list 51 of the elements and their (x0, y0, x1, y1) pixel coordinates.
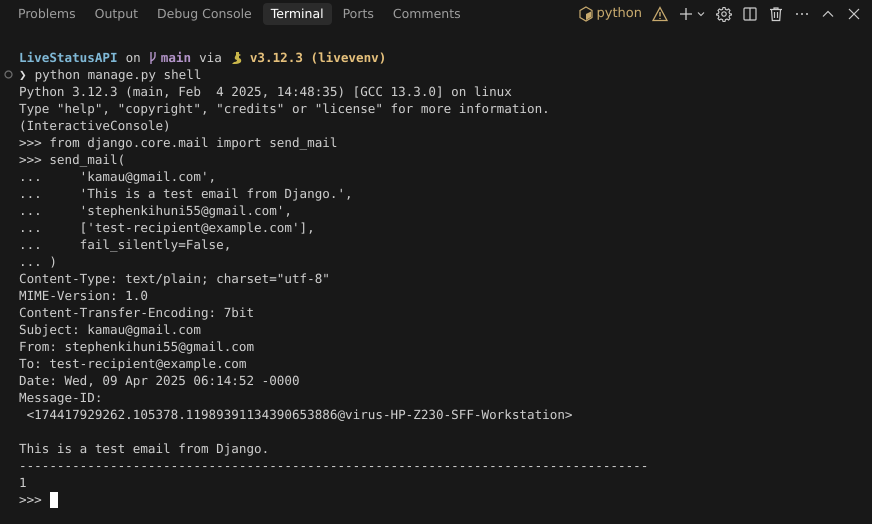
terminal-shell-button[interactable]: python (578, 4, 642, 24)
prompt-chevron: ❯ (19, 66, 27, 83)
python-version: v3.12.3 (livevenv) (250, 49, 386, 66)
output-line: ... 'stephenkihuni55@gmail.com', (19, 202, 292, 219)
text-cursor (50, 492, 58, 508)
output-line: <174417929262.105378.11989391134390653886@virus-HP-Z230-SFF-Workstation> (26, 406, 572, 423)
output-line: Content-Transfer-Encoding: 7bit (19, 304, 254, 321)
output-line: ----------------------------------------------------------------------------------- (19, 457, 648, 474)
close-icon[interactable] (846, 6, 862, 22)
plus-icon[interactable] (678, 6, 694, 22)
directory-name: LiveStatusAPI (19, 49, 118, 66)
output-line: Content-Type: text/plain; charset="utf-8" (19, 270, 330, 287)
shell-label: python (596, 5, 642, 24)
settings-icon[interactable] (716, 6, 732, 22)
terminal-box-icon (578, 6, 594, 22)
output-line: ... fail_silently=False, (19, 236, 232, 253)
chevron-down-icon[interactable] (696, 9, 706, 19)
snake-icon (230, 50, 244, 64)
output-line: >>> from django.core.mail import send_mail (19, 134, 338, 151)
input-prompt: >>> (19, 491, 42, 508)
command-text: python manage.py shell (34, 66, 202, 83)
split-panel-icon[interactable] (742, 6, 758, 22)
output-line: From: stephenkihuni55@gmail.com (19, 338, 254, 355)
prompt-word: on (126, 49, 141, 66)
output-line: To: test-recipient@example.com (19, 355, 246, 372)
panel-tab[interactable]: Problems (10, 2, 84, 26)
output-line: Date: Wed, 09 Apr 2025 06:14:52 -0000 (19, 372, 300, 389)
output-line: Type "help", "copyright", "credits" or "license" for more information. (19, 100, 550, 117)
output-line: Message-ID: (19, 389, 102, 406)
trash-icon[interactable] (768, 6, 784, 22)
git-branch-icon (148, 50, 157, 64)
output-line: This is a test email from Django. (19, 440, 270, 457)
panel-tab[interactable]: Ports (334, 2, 382, 26)
panel-tab[interactable]: Debug Console (149, 2, 260, 26)
warning-icon[interactable] (652, 6, 668, 22)
prompt-word: via (199, 49, 222, 66)
panel-tab[interactable]: Comments (384, 2, 469, 26)
output-line: ... 'This is a test email from Django.', (19, 185, 353, 202)
output-line: ... ) (19, 253, 57, 270)
output-line: Subject: kamau@gmail.com (19, 321, 201, 338)
panel-tab[interactable]: Output (86, 2, 146, 26)
branch-name: main (160, 49, 192, 66)
output-line: ... 'kamau@gmail.com', (19, 168, 216, 185)
output-line: >>> send_mail( (19, 151, 126, 168)
command-marker-icon (4, 70, 13, 79)
output-line: (InteractiveConsole) (19, 117, 171, 134)
output-line: 1 (19, 474, 27, 491)
output-line: ... ['test-recipient@example.com'], (19, 219, 315, 236)
output-line: MIME-Version: 1.0 (19, 287, 148, 304)
panel-tab[interactable]: Terminal (262, 2, 332, 26)
output-line: Python 3.12.3 (main, Feb 4 2025, 14:48:35) [GCC 13.3.0] on linux (19, 83, 512, 100)
